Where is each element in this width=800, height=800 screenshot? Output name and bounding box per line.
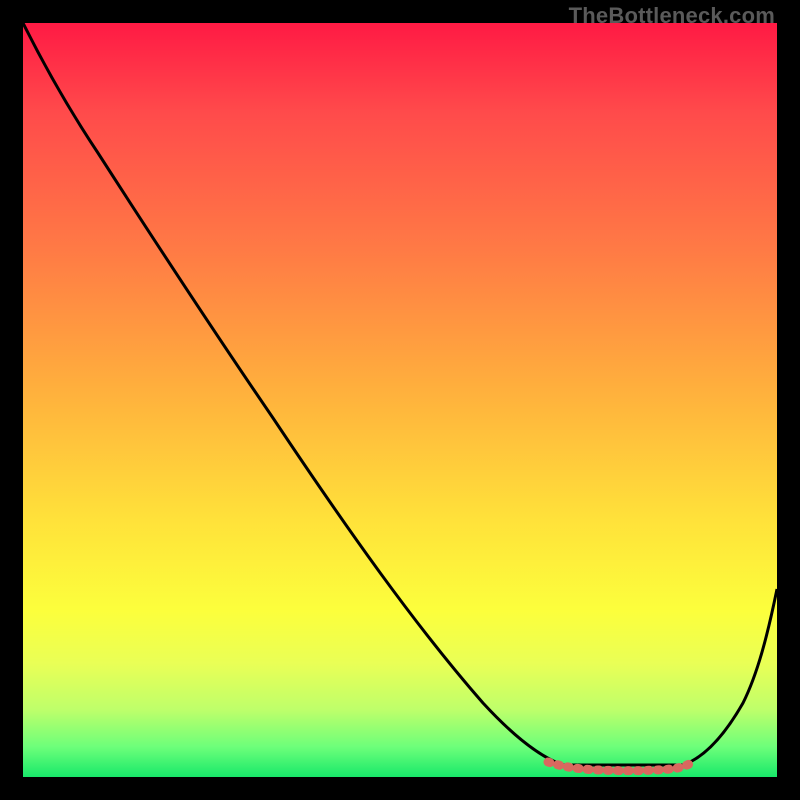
watermark-text: TheBottleneck.com [569,3,775,29]
chart-frame: TheBottleneck.com [0,0,800,800]
chart-plot-area [23,23,777,777]
bottleneck-curve [23,23,777,777]
curve-path [23,23,777,765]
